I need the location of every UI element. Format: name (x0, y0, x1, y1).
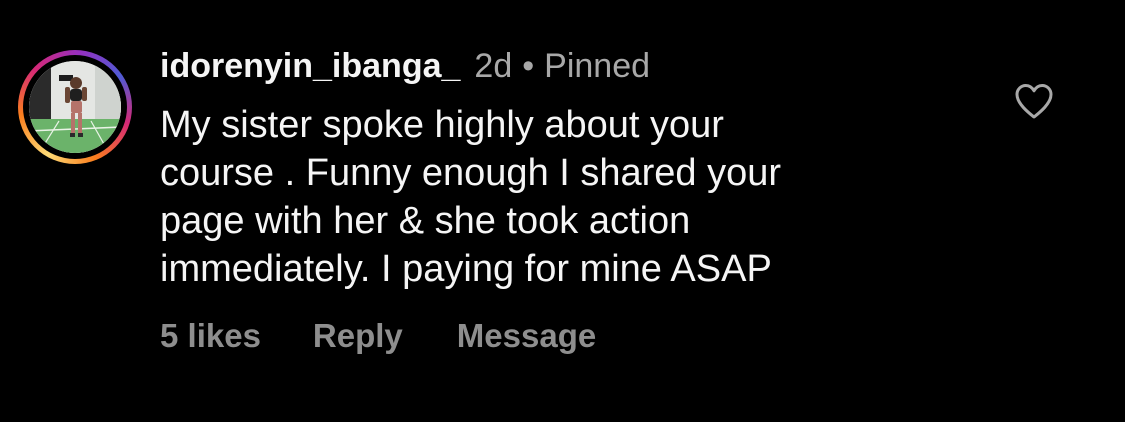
username[interactable]: idorenyin_ibanga_ (160, 44, 460, 88)
likes-count[interactable]: 5 likes (160, 316, 261, 356)
like-button[interactable] (1013, 82, 1055, 120)
separator-dot: • (522, 47, 535, 85)
heart-outline-icon (1015, 84, 1053, 119)
comment-actions: 5 likes Reply Message (160, 316, 596, 356)
pinned-label: Pinned (544, 47, 651, 85)
message-button[interactable]: Message (457, 316, 596, 356)
comment-text-line: My sister spoke highly about your (160, 104, 724, 146)
reply-button[interactable]: Reply (313, 316, 403, 356)
comment-header: idorenyin_ibanga_ 2d • Pinned (160, 44, 650, 88)
comment-text-line: course . Funny enough I shared your (160, 152, 782, 194)
avatar-image (29, 61, 121, 153)
comment-text: My sister spoke highly about your course… (160, 101, 960, 293)
avatar[interactable] (18, 50, 132, 164)
comment: idorenyin_ibanga_ 2d • Pinned My sister … (0, 0, 1125, 422)
timestamp: 2d (474, 47, 513, 85)
comment-text-line: immediately. I paying for mine ASAP (160, 248, 772, 290)
avatar-photo (29, 61, 121, 153)
comment-text-line: page with her & she took action (160, 200, 691, 242)
